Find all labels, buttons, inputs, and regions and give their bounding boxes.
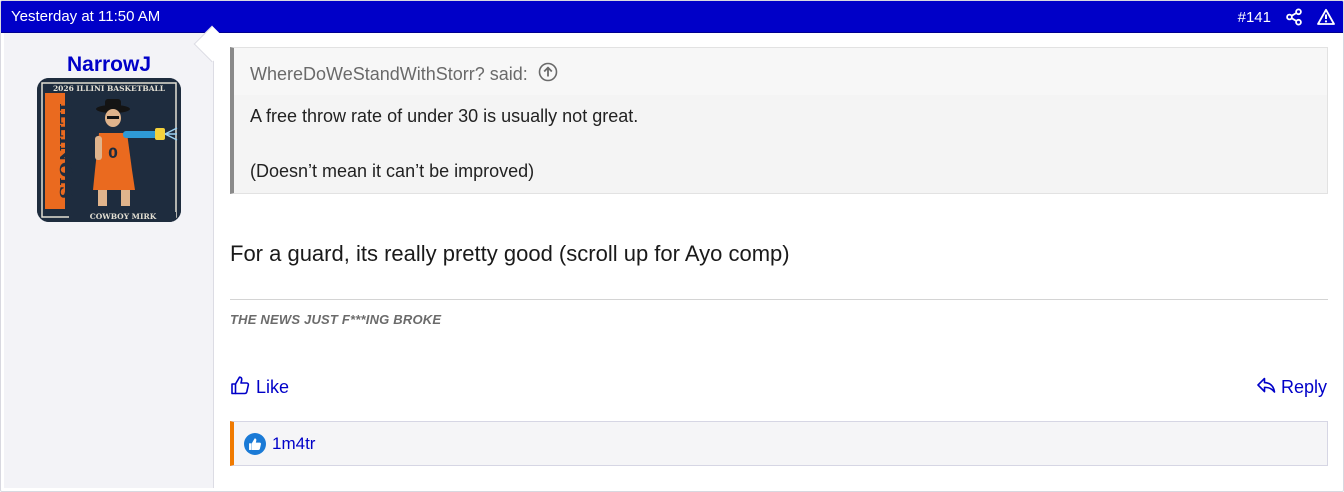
signature-divider bbox=[230, 299, 1328, 300]
message-text: For a guard, its really pretty good (scr… bbox=[230, 241, 790, 266]
share-icon[interactable] bbox=[1285, 8, 1303, 26]
warning-triangle-icon[interactable] bbox=[1317, 8, 1335, 26]
quote-author-label: WhereDoWeStandWithStorr? said: bbox=[250, 64, 528, 84]
post-date-link[interactable]: Yesterday at 11:50 AM bbox=[11, 8, 160, 25]
arrow-up-circle-icon[interactable] bbox=[538, 62, 558, 87]
thumbs-up-icon bbox=[230, 375, 250, 400]
reactions-bar: 1m4tr bbox=[230, 421, 1328, 466]
reaction-user-link[interactable]: 1m4tr bbox=[272, 434, 315, 454]
quote-line-2: (Doesn’t mean it can’t be improved) bbox=[250, 161, 535, 181]
signature-text: THE NEWS JUST F***ING BROKE bbox=[230, 312, 442, 327]
reply-button[interactable]: Reply bbox=[1256, 375, 1327, 400]
like-button[interactable]: Like bbox=[230, 375, 289, 400]
post-header: Yesterday at 11:50 AM #141 bbox=[1, 1, 1343, 33]
avatar-jersey-number: 0 bbox=[108, 146, 118, 162]
post-number-link[interactable]: #141 bbox=[1238, 9, 1271, 26]
post-header-tools: #141 bbox=[1238, 6, 1335, 28]
username-link[interactable]: NarrowJ bbox=[4, 53, 214, 77]
user-sidebar: NarrowJ 2026 ILLINI BASKETBALL ILLINOIS … bbox=[4, 33, 214, 488]
quote-header: WhereDoWeStandWithStorr? said: bbox=[234, 48, 1327, 95]
quote-block: WhereDoWeStandWithStorr? said: A free th… bbox=[230, 47, 1328, 194]
post-container: Yesterday at 11:50 AM #141 NarrowJ 2026 … bbox=[0, 0, 1344, 492]
quote-author-link[interactable]: WhereDoWeStandWithStorr? said: bbox=[250, 62, 558, 87]
like-reaction-icon bbox=[244, 433, 266, 455]
reply-label: Reply bbox=[1280, 377, 1327, 397]
reply-arrow-icon bbox=[1256, 375, 1276, 400]
avatar[interactable]: 2026 ILLINI BASKETBALL ILLINOIS COWBOY M… bbox=[37, 78, 181, 222]
like-label: Like bbox=[256, 377, 290, 397]
avatar-bottom-text: COWBOY MIRK bbox=[90, 212, 157, 221]
avatar-top-text: 2026 ILLINI BASKETBALL bbox=[53, 84, 166, 93]
avatar-side-text: ILLINOIS bbox=[55, 103, 76, 199]
quote-line-1: A free throw rate of under 30 is usually… bbox=[250, 106, 639, 126]
